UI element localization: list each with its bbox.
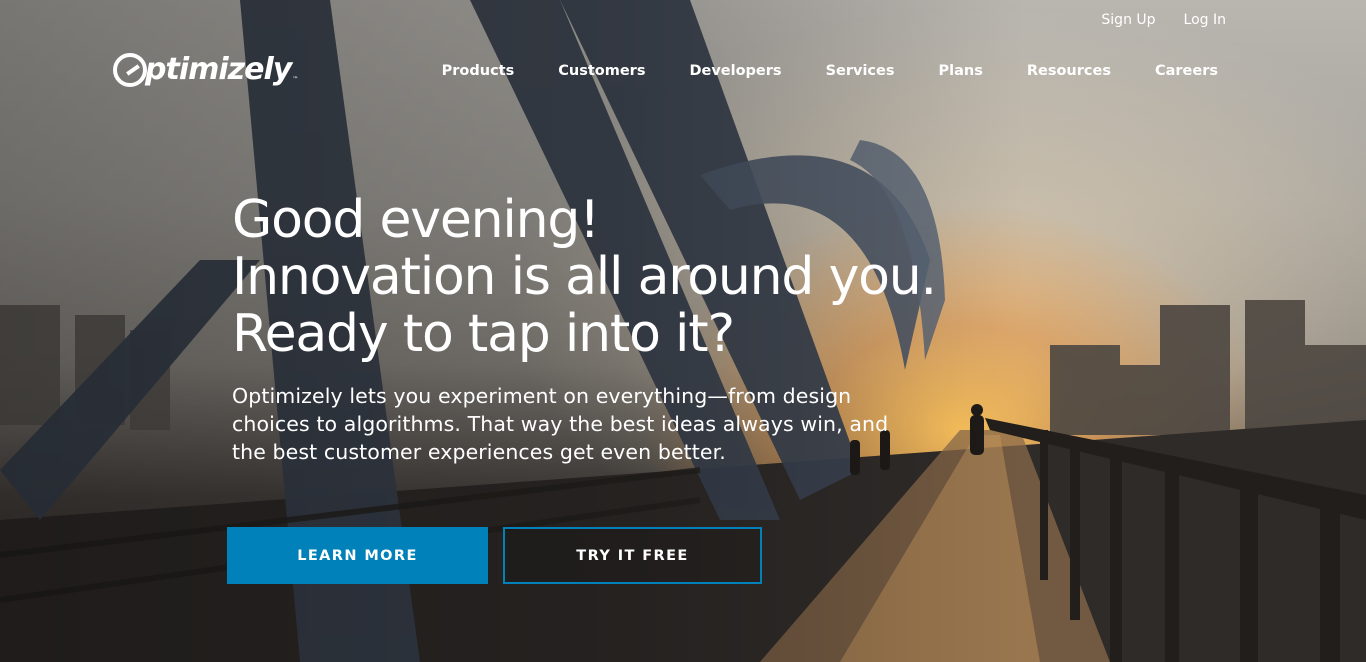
learn-more-button[interactable]: LEARN MORE: [227, 527, 488, 584]
nav-item-products[interactable]: Products: [442, 63, 515, 79]
account-links: Sign Up Log In: [1101, 12, 1226, 28]
logo-trademark: ™: [292, 76, 299, 83]
nav-item-careers[interactable]: Careers: [1155, 63, 1218, 79]
nav-item-plans[interactable]: Plans: [938, 63, 982, 79]
headline-line: Good evening!: [232, 190, 600, 250]
nav-item-services[interactable]: Services: [826, 63, 895, 79]
description-line: choices to algorithms. That way the best…: [232, 412, 889, 436]
nav-item-resources[interactable]: Resources: [1027, 63, 1111, 79]
main-nav: Products Customers Developers Services P…: [398, 63, 1218, 79]
description-line: the best customer experiences get even b…: [232, 440, 726, 464]
logo-wordmark: ptimizely: [145, 52, 292, 87]
headline-line: Ready to tap into it?: [232, 304, 735, 364]
try-it-free-button[interactable]: TRY IT FREE: [503, 527, 762, 584]
logo-o-mark-icon: [113, 52, 147, 87]
log-in-link[interactable]: Log In: [1184, 12, 1226, 28]
sign-up-link[interactable]: Sign Up: [1101, 12, 1155, 28]
description-line: Optimizely lets you experiment on everyt…: [232, 384, 852, 408]
hero-description: Optimizely lets you experiment on everyt…: [232, 382, 932, 466]
hero-headline: Good evening! Innovation is all around y…: [232, 190, 937, 364]
nav-item-customers[interactable]: Customers: [558, 63, 645, 79]
nav-item-developers[interactable]: Developers: [689, 63, 781, 79]
optimizely-logo[interactable]: ptimizely ™: [113, 52, 298, 87]
headline-line: Innovation is all around you.: [232, 247, 937, 307]
